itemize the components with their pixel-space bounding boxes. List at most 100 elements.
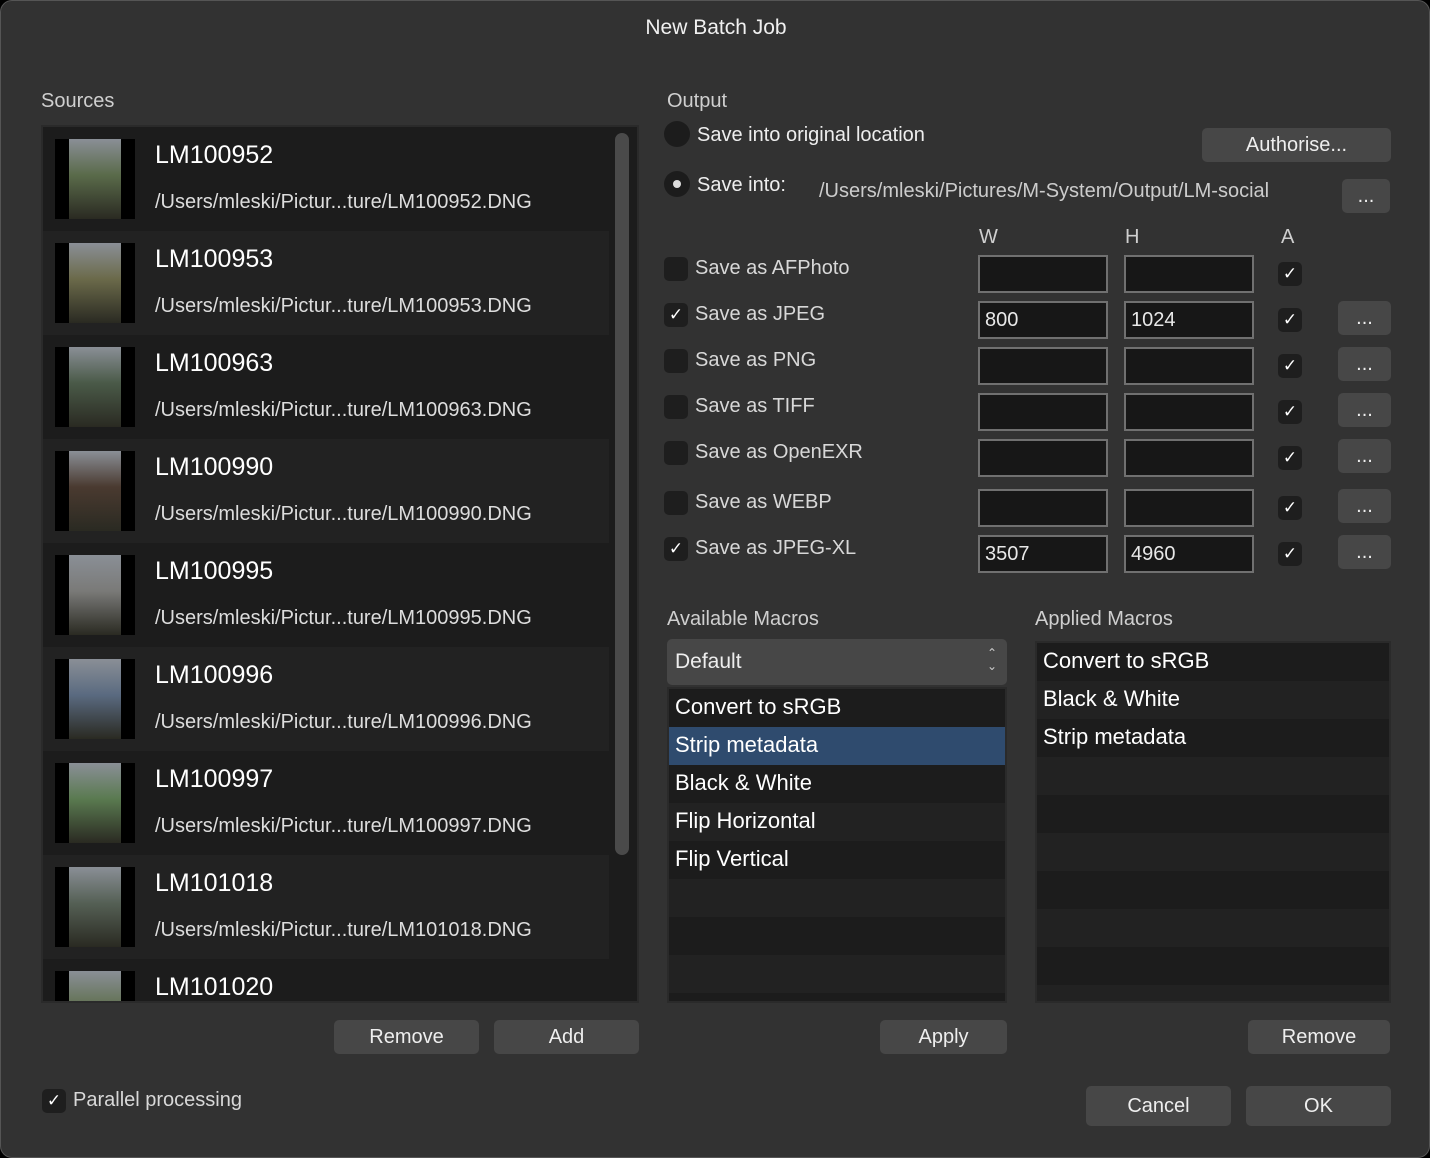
thumbnail-image [55, 659, 135, 739]
format-options-button[interactable]: ... [1338, 301, 1391, 335]
source-name: LM100990 [155, 453, 274, 481]
sources-scrollbar[interactable] [615, 133, 629, 855]
source-name: LM100997 [155, 765, 274, 793]
radio-save-into[interactable] [664, 171, 690, 197]
aspect-checkbox[interactable]: ✓ [1278, 354, 1302, 378]
format-options-button[interactable]: ... [1338, 489, 1391, 523]
format-checkbox[interactable]: ✓ [664, 537, 688, 561]
format-label: Save as JPEG-XL [695, 537, 857, 559]
save-into-label: Save into: [697, 174, 786, 196]
radio-original-location[interactable] [664, 121, 690, 147]
source-path: /Users/mleski/Pictur...ture/LM100990.DNG [155, 503, 532, 525]
format-checkbox[interactable] [664, 257, 688, 281]
applied-macros-label: Applied Macros [1035, 608, 1173, 630]
thumbnail-image [55, 971, 135, 1001]
source-item[interactable]: LM100990 /Users/mleski/Pictur...ture/LM1… [43, 439, 609, 543]
available-macros-list[interactable]: Convert to sRGB Strip metadata Black & Whi… [667, 687, 1007, 1003]
format-checkbox[interactable] [664, 395, 688, 419]
source-item[interactable]: LM100997 /Users/mleski/Pictur...ture/LM1… [43, 751, 609, 855]
width-input[interactable] [978, 535, 1108, 573]
macro-item[interactable]: Strip metadata [1037, 719, 1389, 757]
thumbnail-image [55, 139, 135, 219]
thumbnail-image [55, 867, 135, 947]
width-input[interactable] [978, 255, 1108, 293]
format-checkbox[interactable]: ✓ [664, 303, 688, 327]
source-path: /Users/mleski/Pictur...ture/LM100952.DNG [155, 191, 532, 213]
output-path: /Users/mleski/Pictures/M-System/Output/L… [819, 180, 1270, 202]
height-input[interactable] [1124, 535, 1254, 573]
height-input[interactable] [1124, 439, 1254, 477]
source-item[interactable]: LM101018 /Users/mleski/Pictur...ture/LM1… [43, 855, 609, 959]
format-label: Save as TIFF [695, 395, 815, 417]
macro-item[interactable]: Flip Vertical [669, 841, 1005, 879]
macro-item[interactable]: Flip Horizontal [669, 803, 1005, 841]
height-input[interactable] [1124, 255, 1254, 293]
macro-item[interactable]: Convert to sRGB [1037, 643, 1389, 681]
browse-button[interactable]: ... [1342, 179, 1390, 213]
source-item[interactable]: LM100995 /Users/mleski/Pictur...ture/LM1… [43, 543, 609, 647]
macro-item[interactable]: Black & White [1037, 681, 1389, 719]
width-input[interactable] [978, 439, 1108, 477]
format-options-button[interactable]: ... [1338, 439, 1391, 473]
source-item[interactable]: LM101020 [43, 959, 609, 1001]
aspect-checkbox[interactable]: ✓ [1278, 446, 1302, 470]
available-macros-label: Available Macros [667, 608, 819, 630]
parallel-processing-label: Parallel processing [73, 1089, 242, 1111]
source-name: LM101018 [155, 869, 274, 897]
applied-macros-list[interactable]: Convert to sRGB Black & White Strip metada… [1035, 641, 1391, 1003]
aspect-checkbox[interactable]: ✓ [1278, 542, 1302, 566]
source-item[interactable]: LM100953 /Users/mleski/Pictur...ture/LM1… [43, 231, 609, 335]
remove-source-button[interactable]: Remove [334, 1020, 479, 1054]
format-options-button[interactable]: ... [1338, 393, 1391, 427]
apply-macro-button[interactable]: Apply [880, 1020, 1007, 1054]
height-input[interactable] [1124, 489, 1254, 527]
authorise-button[interactable]: Authorise... [1202, 128, 1391, 162]
ok-button[interactable]: OK [1246, 1086, 1391, 1126]
format-checkbox[interactable] [664, 491, 688, 515]
format-checkbox[interactable] [664, 441, 688, 465]
height-input[interactable] [1124, 301, 1254, 339]
aspect-checkbox[interactable]: ✓ [1278, 400, 1302, 424]
aspect-column-header: A [1281, 226, 1295, 248]
aspect-checkbox[interactable]: ✓ [1278, 308, 1302, 332]
macro-item[interactable]: Strip metadata [669, 727, 1005, 765]
source-item[interactable]: LM100952 /Users/mleski/Pictur...ture/LM1… [43, 127, 609, 231]
parallel-processing-checkbox[interactable]: ✓ [42, 1089, 66, 1113]
add-source-button[interactable]: Add [494, 1020, 639, 1054]
remove-macro-button[interactable]: Remove [1248, 1020, 1390, 1054]
thumbnail-image [55, 555, 135, 635]
format-label: Save as AFPhoto [695, 257, 850, 279]
cancel-button[interactable]: Cancel [1086, 1086, 1231, 1126]
height-input[interactable] [1124, 393, 1254, 431]
thumbnail-image [55, 243, 135, 323]
empty-row [1037, 909, 1389, 947]
macro-category-dropdown[interactable]: Default ⌃ ⌄ [667, 639, 1007, 685]
aspect-checkbox[interactable]: ✓ [1278, 496, 1302, 520]
aspect-checkbox[interactable]: ✓ [1278, 262, 1302, 286]
empty-row [669, 993, 1005, 1001]
batch-job-dialog: New Batch Job Sources LM100952 /Users/ml… [0, 0, 1430, 1158]
source-item[interactable]: LM100963 /Users/mleski/Pictur...ture/LM1… [43, 335, 609, 439]
source-path: /Users/mleski/Pictur...ture/LM100997.DNG [155, 815, 532, 837]
thumbnail-image [55, 451, 135, 531]
macro-item[interactable]: Convert to sRGB [669, 689, 1005, 727]
width-input[interactable] [978, 489, 1108, 527]
empty-row [1037, 833, 1389, 871]
source-item[interactable]: LM100996 /Users/mleski/Pictur...ture/LM1… [43, 647, 609, 751]
width-input[interactable] [978, 347, 1108, 385]
format-options-button[interactable]: ... [1338, 347, 1391, 381]
width-input[interactable] [978, 301, 1108, 339]
source-path: /Users/mleski/Pictur...ture/LM100996.DNG [155, 711, 532, 733]
format-options-button[interactable]: ... [1338, 535, 1391, 569]
thumbnail-image [55, 763, 135, 843]
height-input[interactable] [1124, 347, 1254, 385]
empty-row [1037, 871, 1389, 909]
format-label: Save as WEBP [695, 491, 832, 513]
empty-row [669, 917, 1005, 955]
macro-item[interactable]: Black & White [669, 765, 1005, 803]
sources-list[interactable]: LM100952 /Users/mleski/Pictur...ture/LM1… [41, 125, 639, 1003]
output-label: Output [667, 90, 728, 112]
chevron-updown-icon: ⌃ ⌄ [986, 646, 997, 673]
width-input[interactable] [978, 393, 1108, 431]
format-checkbox[interactable] [664, 349, 688, 373]
